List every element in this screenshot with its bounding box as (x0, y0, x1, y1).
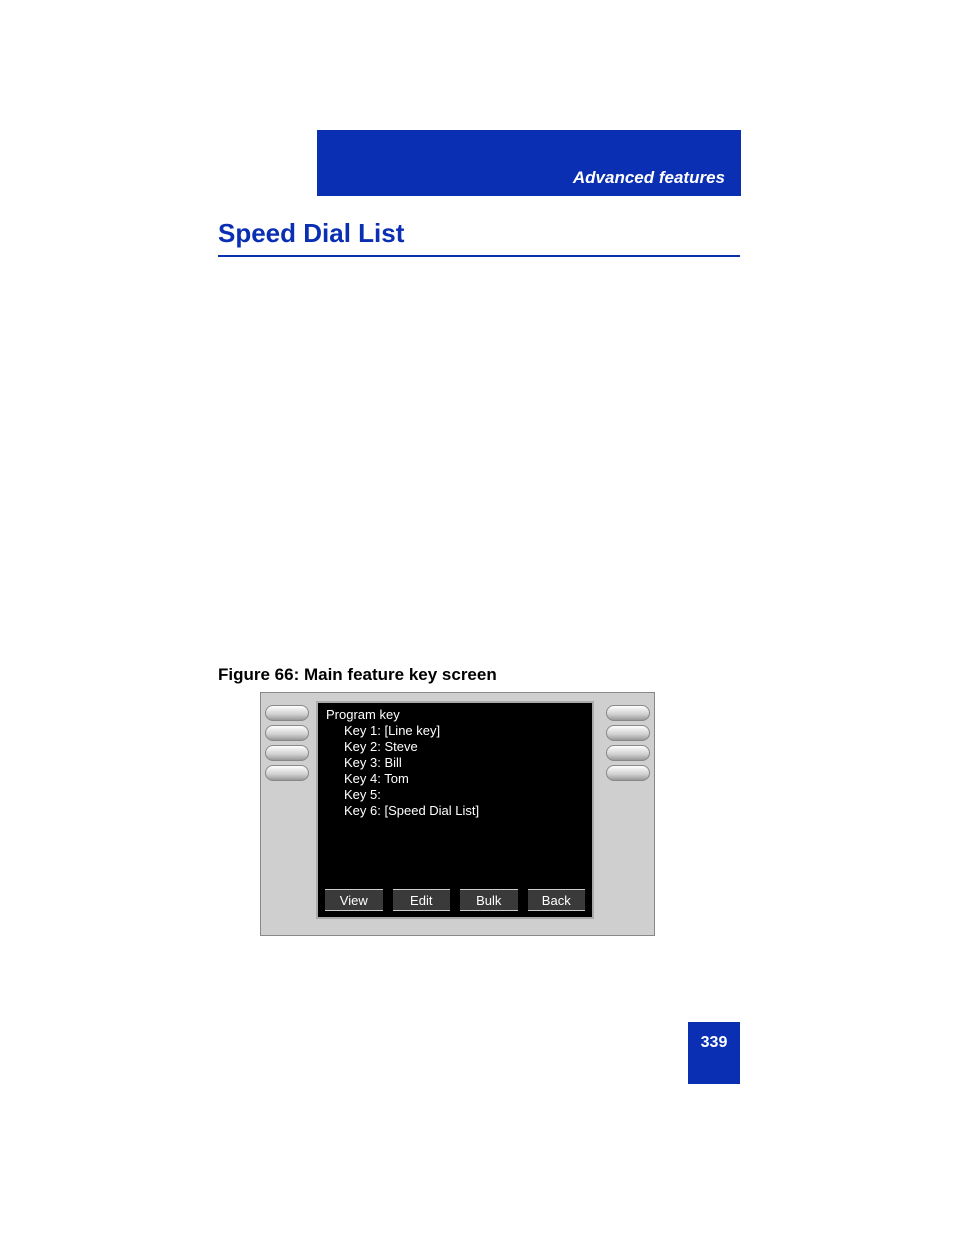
screen-key-line: Key 1: [Line key] (326, 723, 479, 739)
screen-header-line: Program key (326, 707, 479, 723)
softkey-label: Edit (410, 893, 432, 908)
screen-key-line: Key 5: (326, 787, 479, 803)
phone-hard-key (606, 725, 650, 741)
phone-hard-key (606, 705, 650, 721)
phone-hard-key (265, 745, 309, 761)
figure-caption: Figure 66: Main feature key screen (218, 665, 497, 685)
phone-hard-key (265, 705, 309, 721)
screen-text: Program key Key 1: [Line key] Key 2: Ste… (326, 707, 479, 819)
page-number: 339 (701, 1034, 728, 1052)
softkey-label: Bulk (476, 893, 501, 908)
softkey-back[interactable]: Back (527, 889, 587, 911)
screen-key-line: Key 6: [Speed Dial List] (326, 803, 479, 819)
phone-hard-key (606, 765, 650, 781)
phone-side-keys-right (606, 705, 650, 781)
softkey-label: Back (542, 893, 571, 908)
chapter-header-label: Advanced features (573, 168, 725, 188)
softkey-row: View Edit Bulk Back (324, 889, 586, 911)
section-title: Speed Dial List (218, 218, 740, 257)
chapter-header-bar: Advanced features (317, 130, 741, 196)
screen-key-line: Key 4: Tom (326, 771, 479, 787)
phone-hard-key (265, 765, 309, 781)
phone-lcd-screen: Program key Key 1: [Line key] Key 2: Ste… (316, 701, 594, 919)
document-page: Advanced features Speed Dial List Figure… (0, 0, 954, 1235)
phone-hard-key (265, 725, 309, 741)
phone-hard-key (606, 745, 650, 761)
page-number-tab: 339 (688, 1022, 740, 1084)
phone-screenshot: Program key Key 1: [Line key] Key 2: Ste… (260, 692, 655, 936)
softkey-view[interactable]: View (324, 889, 384, 911)
screen-key-line: Key 3: Bill (326, 755, 479, 771)
softkey-edit[interactable]: Edit (392, 889, 452, 911)
softkey-bulk[interactable]: Bulk (459, 889, 519, 911)
phone-side-keys-left (265, 705, 309, 781)
softkey-label: View (340, 893, 368, 908)
screen-key-line: Key 2: Steve (326, 739, 479, 755)
screen-key-list: Key 1: [Line key] Key 2: Steve Key 3: Bi… (326, 723, 479, 819)
